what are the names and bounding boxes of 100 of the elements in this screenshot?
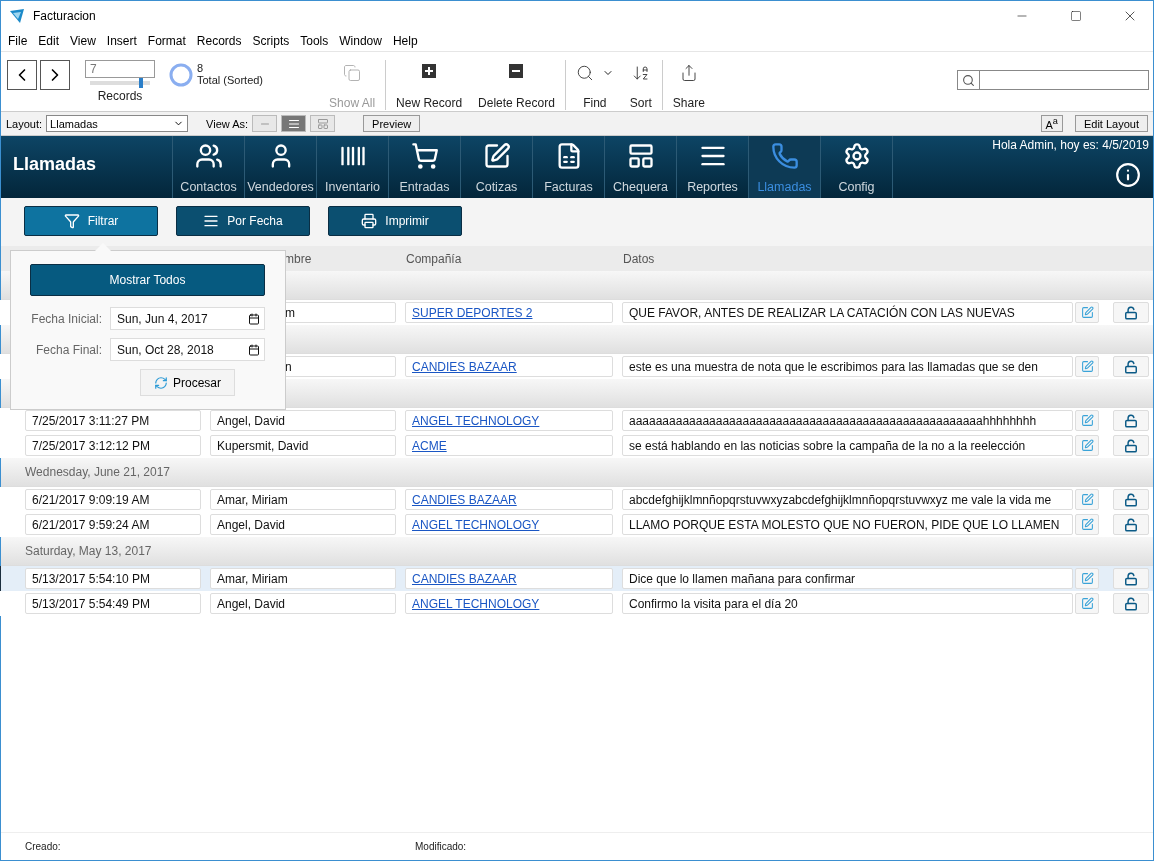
- sort-button[interactable]: Sort: [621, 60, 660, 110]
- edit-button[interactable]: [1075, 302, 1099, 323]
- find-button[interactable]: Find: [567, 60, 622, 110]
- lines-icon: [203, 213, 220, 229]
- pencil-square-icon: [1080, 572, 1094, 585]
- column-header: Compañía: [405, 251, 463, 266]
- menu-item[interactable]: Format: [147, 34, 186, 48]
- notes-cell: abcdefghijklmnñopqrstuvwxyzabcdefghijklmnñopqrstuvwxyz me vale la vida me: [622, 489, 1073, 510]
- previous-record-button[interactable]: [7, 60, 37, 90]
- process-button[interactable]: Procesar: [140, 369, 235, 396]
- menu-item[interactable]: Scripts: [252, 34, 290, 48]
- action-button[interactable]: Por Fecha: [176, 206, 310, 236]
- pencil-square-icon: [1080, 493, 1094, 506]
- preview-button[interactable]: Preview: [363, 115, 421, 132]
- table-row[interactable]: 5/13/2017 5:54:10 PM Amar, Miriam CANDIES BAZAAR Dice que lo llamen mañana para confirmar: [0, 566, 1153, 591]
- layout-dropdown[interactable]: Llamadas: [46, 115, 189, 132]
- start-date-field[interactable]: Sun, Jun 4, 2017: [110, 307, 265, 330]
- company-link[interactable]: SUPER DEPORTES 2: [405, 302, 613, 323]
- minus-icon: [509, 64, 524, 78]
- records-label: Records: [97, 89, 143, 103]
- unlock-button[interactable]: [1113, 302, 1149, 323]
- nav-tab[interactable]: Llamadas: [748, 136, 820, 198]
- company-link[interactable]: CANDIES BAZAAR: [405, 356, 613, 377]
- calendar-icon[interactable]: [248, 312, 260, 325]
- delete-button[interactable]: Delete Record: [470, 60, 563, 110]
- menu-item[interactable]: Records: [196, 34, 242, 48]
- unlock-button[interactable]: [1113, 435, 1149, 456]
- date-cell: 6/21/2017 9:09:19 AM: [25, 489, 201, 510]
- next-record-button[interactable]: [40, 60, 70, 90]
- unlock-button[interactable]: [1113, 568, 1149, 589]
- edit-layout-button[interactable]: Edit Layout: [1074, 115, 1148, 132]
- edit-button[interactable]: [1075, 593, 1099, 614]
- open-padlock-icon: [1124, 571, 1138, 586]
- total-label: Total (Sorted): [197, 74, 264, 86]
- date-cell: 7/25/2017 3:12:12 PM: [25, 435, 201, 456]
- edit-button[interactable]: [1075, 514, 1099, 535]
- notes-cell: LLAMO PORQUE ESTA MOLESTO QUE NO FUERON, PIDE QUE LO LLAMEN: [622, 514, 1073, 535]
- end-date-field[interactable]: Sun, Oct 28, 2018: [110, 338, 265, 361]
- menu-item[interactable]: Help: [392, 34, 418, 48]
- share-button[interactable]: Share: [664, 60, 713, 110]
- settings-icon: [842, 142, 871, 170]
- edit-button[interactable]: [1075, 435, 1099, 456]
- company-link[interactable]: CANDIES BAZAAR: [405, 489, 613, 510]
- created-label: Creado:: [25, 841, 62, 852]
- edit-button[interactable]: [1075, 489, 1099, 510]
- pencil-square-icon: [1080, 518, 1094, 531]
- unlock-button[interactable]: [1113, 356, 1149, 377]
- company-link[interactable]: CANDIES BAZAAR: [405, 568, 613, 589]
- pencil-square-icon: [1080, 597, 1094, 610]
- list-view-button[interactable]: [281, 115, 307, 132]
- name-cell: Kupersmit, David: [210, 435, 396, 456]
- name-cell: Angel, David: [210, 593, 396, 614]
- unlock-button[interactable]: [1113, 593, 1149, 614]
- info-icon[interactable]: [1115, 162, 1141, 188]
- company-link[interactable]: ANGEL TECHNOLOGY: [405, 514, 613, 535]
- share-icon: [679, 64, 698, 82]
- notes-cell: aaaaaaaaaaaaaaaaaaaaaaaaaaaaaaaaaaaaaaaaaaaaaaaaaaaaahhhhhhhh: [622, 410, 1073, 431]
- unlock-button[interactable]: [1113, 514, 1149, 535]
- record-slider[interactable]: [90, 81, 150, 85]
- edit-button[interactable]: [1075, 356, 1099, 377]
- pencil-square-icon: [1080, 306, 1094, 319]
- action-button[interactable]: Filtrar: [24, 206, 158, 236]
- unlock-button[interactable]: [1113, 410, 1149, 431]
- menu-item[interactable]: View: [70, 34, 96, 48]
- record-number-field[interactable]: 7: [85, 60, 155, 78]
- notes-cell: QUE FAVOR, ANTES DE REALIZAR LA CATACIÓN CON LAS NUEVAS: [622, 302, 1073, 323]
- font-button[interactable]: A$^{a}$: [1040, 115, 1063, 132]
- edit-button[interactable]: [1075, 410, 1099, 431]
- greeting-text: Hola Admin, hoy es: 4/5/2019: [992, 138, 1149, 152]
- notes-cell: Confirmo la visita para el día 20: [622, 593, 1073, 614]
- unlock-button[interactable]: [1113, 489, 1149, 510]
- search-icon: [962, 73, 975, 87]
- table-view-button[interactable]: [310, 115, 336, 132]
- page-title: Llamadas: [12, 153, 98, 176]
- menu-item[interactable]: Window: [339, 34, 382, 48]
- start-date-label: Fecha Inicial:: [31, 311, 102, 326]
- slider-thumb[interactable]: [139, 78, 143, 88]
- menu-item[interactable]: File: [8, 34, 28, 48]
- printer-icon: [361, 213, 378, 229]
- found-count: 8: [197, 62, 205, 74]
- show-all-button[interactable]: Mostrar Todos: [30, 264, 265, 296]
- company-link[interactable]: ANGEL TECHNOLOGY: [405, 593, 613, 614]
- end-date-label: Fecha Final:: [35, 342, 102, 357]
- cart-icon: [410, 142, 439, 170]
- phone-icon: [770, 142, 799, 170]
- menu-item[interactable]: Edit: [38, 34, 60, 48]
- menu-item[interactable]: Tools: [300, 34, 329, 48]
- new-button[interactable]: New Record: [388, 60, 471, 110]
- edit-button[interactable]: [1075, 568, 1099, 589]
- layout-label: Layout:: [6, 117, 43, 130]
- search-field[interactable]: [957, 70, 1149, 90]
- open-padlock-icon: [1124, 359, 1138, 374]
- app-logo-icon: [9, 8, 25, 24]
- company-link[interactable]: ACME: [405, 435, 613, 456]
- calendar-icon[interactable]: [248, 343, 260, 356]
- layout-icon: [626, 142, 655, 170]
- menu-item[interactable]: Insert: [106, 34, 137, 48]
- pencil-square-icon: [1080, 414, 1094, 427]
- company-link[interactable]: ANGEL TECHNOLOGY: [405, 410, 613, 431]
- action-button[interactable]: Imprimir: [328, 206, 462, 236]
